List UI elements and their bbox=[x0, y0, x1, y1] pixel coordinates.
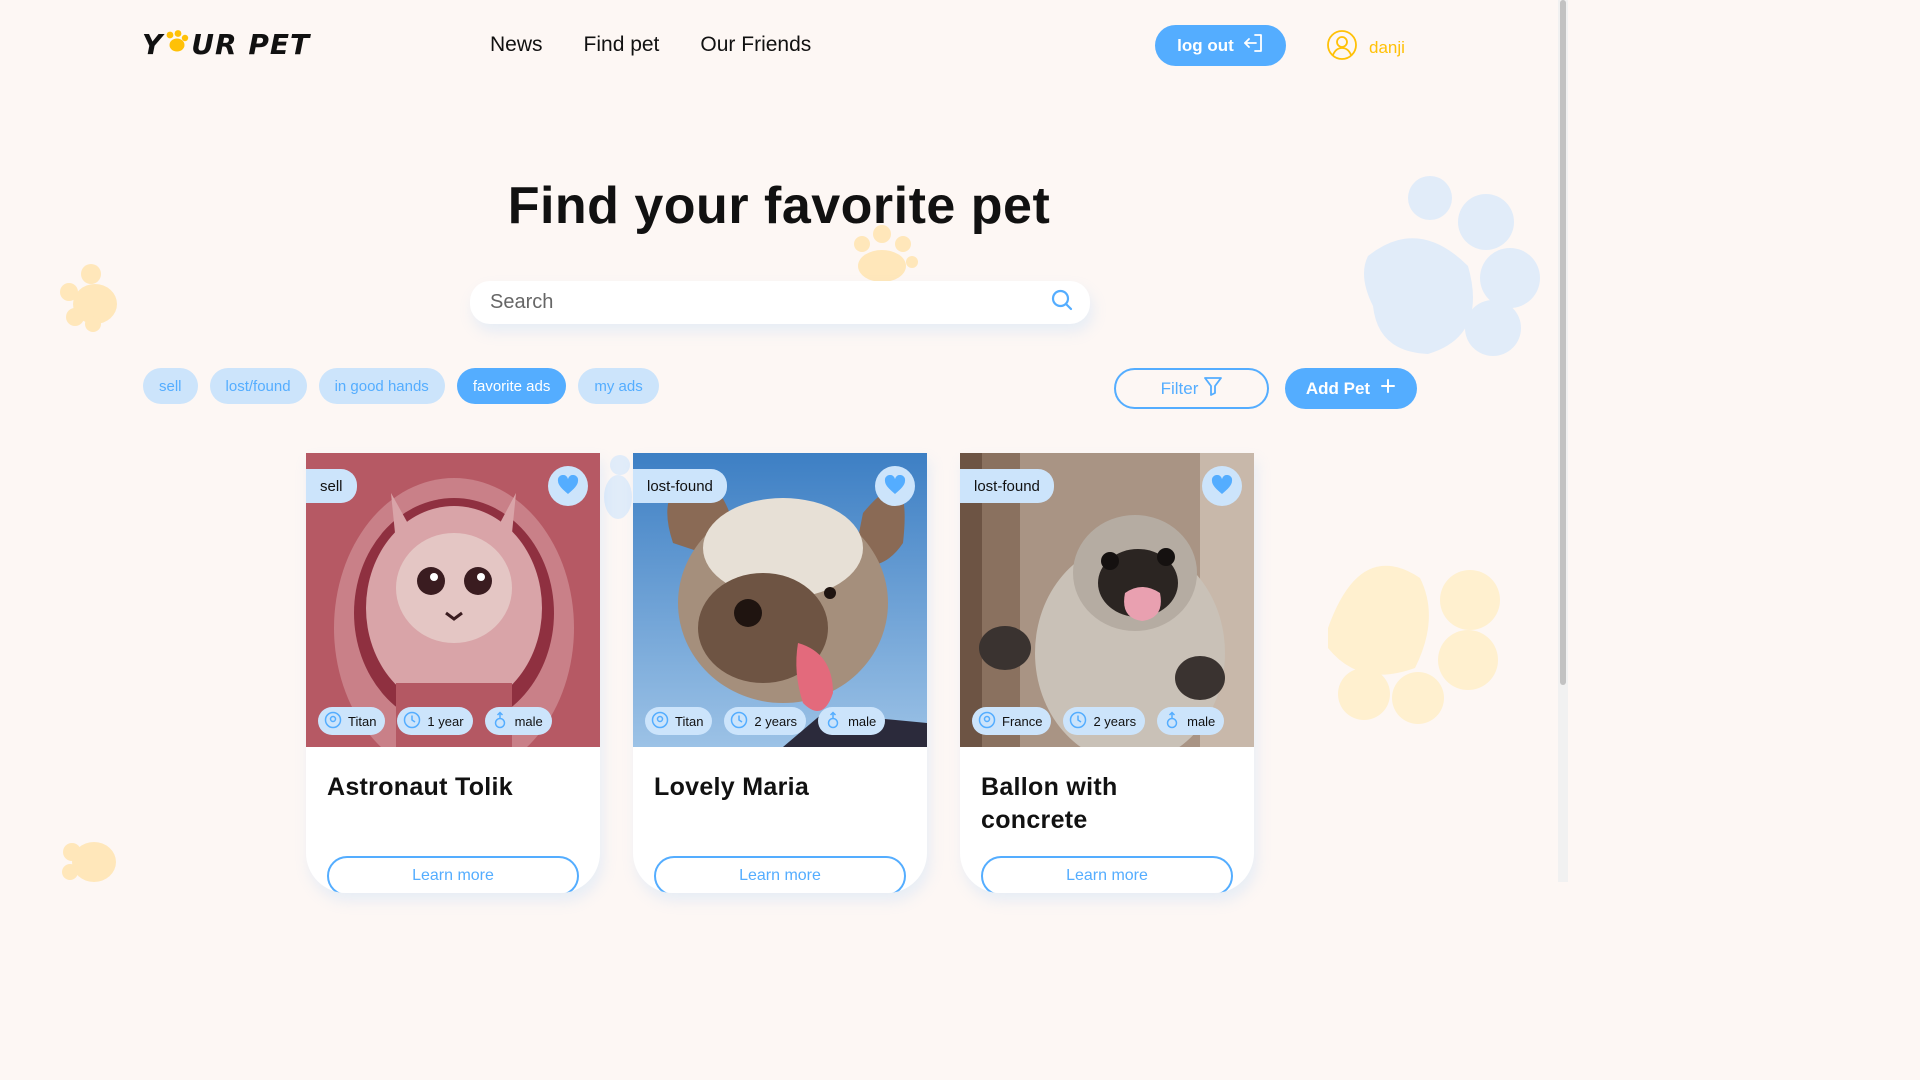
nav-our-friends[interactable]: Our Friends bbox=[700, 33, 811, 57]
clock-icon bbox=[403, 711, 421, 732]
username: danji bbox=[1369, 37, 1405, 57]
location-icon bbox=[324, 711, 342, 732]
pet-photo: lost-found France 2 years male bbox=[960, 453, 1254, 747]
logout-icon bbox=[1242, 33, 1264, 58]
sex-pill: male bbox=[1157, 707, 1225, 735]
user-circle-icon bbox=[1326, 29, 1358, 66]
male-icon bbox=[1163, 710, 1181, 732]
user-profile-link[interactable]: danji bbox=[1326, 29, 1405, 66]
paw-decoration-yellow-left bbox=[55, 262, 125, 334]
heart-icon bbox=[557, 474, 579, 498]
location-text: Titan bbox=[348, 713, 377, 729]
paw-decoration-yellow-bottom-left bbox=[58, 832, 124, 882]
age-pill: 1 year bbox=[397, 707, 473, 735]
sex-text: male bbox=[1187, 713, 1216, 729]
logo[interactable]: Y UR PET bbox=[142, 28, 310, 61]
chip-sell[interactable]: sell bbox=[143, 368, 198, 404]
age-pill: 2 years bbox=[724, 707, 807, 735]
learn-more-button[interactable]: Learn more bbox=[981, 856, 1233, 893]
location-icon bbox=[978, 711, 996, 732]
male-icon bbox=[824, 710, 842, 732]
logout-button[interactable]: log out bbox=[1155, 25, 1286, 66]
age-text: 2 years bbox=[1093, 713, 1137, 729]
category-badge: lost-found bbox=[960, 469, 1054, 503]
paw-logo-icon bbox=[164, 29, 190, 60]
add-pet-button[interactable]: Add Pet bbox=[1285, 368, 1417, 409]
pet-name: Ballon with concrete bbox=[981, 773, 1118, 834]
filter-icon bbox=[1204, 376, 1223, 401]
search-icon[interactable] bbox=[1050, 288, 1074, 317]
pet-photo: lost-found Titan 2 years male bbox=[633, 453, 927, 747]
pet-card: lost-found France 2 years male Ballon wi… bbox=[960, 453, 1254, 893]
pet-meta: France 2 years male bbox=[972, 707, 1225, 735]
filter-label: Filter bbox=[1160, 378, 1199, 398]
page-title: Find your favorite pet bbox=[507, 177, 1051, 235]
chip-lost-found[interactable]: lost/found bbox=[209, 368, 307, 404]
pet-photo: sell Titan 1 year male bbox=[306, 453, 600, 747]
clock-icon bbox=[730, 711, 748, 732]
pet-card: lost-found Titan 2 years male Lovely Mar… bbox=[633, 453, 927, 893]
nav-news[interactable]: News bbox=[490, 33, 543, 57]
page-scrollbar[interactable] bbox=[1558, 0, 1568, 882]
location-text: Titan bbox=[675, 713, 704, 729]
male-icon bbox=[491, 710, 509, 732]
logo-text-start: Y bbox=[142, 28, 164, 61]
category-badge: sell bbox=[306, 469, 357, 503]
location-icon bbox=[651, 711, 669, 732]
location-pill: France bbox=[972, 707, 1052, 735]
main-nav: News Find pet Our Friends bbox=[490, 33, 811, 57]
category-badge: lost-found bbox=[633, 469, 727, 503]
favorite-button[interactable] bbox=[875, 466, 915, 506]
filter-button[interactable]: Filter bbox=[1114, 368, 1269, 409]
paw-decoration-blue-small bbox=[602, 455, 634, 521]
plus-icon bbox=[1380, 378, 1396, 399]
heart-icon bbox=[884, 474, 906, 498]
location-pill: Titan bbox=[318, 707, 386, 735]
search-input[interactable] bbox=[490, 291, 1050, 314]
age-pill: 2 years bbox=[1063, 707, 1146, 735]
category-chips: sell lost/found in good hands favorite a… bbox=[143, 368, 659, 404]
location-pill: Titan bbox=[645, 707, 713, 735]
logo-text-end: UR PET bbox=[191, 28, 311, 61]
pet-meta: Titan 2 years male bbox=[645, 707, 886, 735]
chip-favorite-ads[interactable]: favorite ads bbox=[456, 368, 567, 404]
age-text: 2 years bbox=[754, 713, 798, 729]
learn-more-button[interactable]: Learn more bbox=[327, 856, 579, 893]
logout-label: log out bbox=[1177, 35, 1234, 55]
age-text: 1 year bbox=[427, 713, 464, 729]
favorite-button[interactable] bbox=[548, 466, 588, 506]
pet-meta: Titan 1 year male bbox=[318, 707, 552, 735]
paw-decoration-yellow-bottom-right bbox=[1320, 548, 1502, 728]
sex-pill: male bbox=[484, 707, 552, 735]
nav-find-pet[interactable]: Find pet bbox=[584, 33, 660, 57]
learn-more-button[interactable]: Learn more bbox=[654, 856, 906, 893]
favorite-button[interactable] bbox=[1202, 466, 1242, 506]
clock-icon bbox=[1069, 711, 1087, 732]
location-text: France bbox=[1002, 713, 1043, 729]
scrollbar-thumb[interactable] bbox=[1560, 0, 1566, 685]
chip-in-good-hands[interactable]: in good hands bbox=[318, 368, 445, 404]
chip-my-ads[interactable]: my ads bbox=[578, 368, 659, 404]
heart-icon bbox=[1211, 474, 1233, 498]
sex-pill: male bbox=[818, 707, 886, 735]
pet-card: sell Titan 1 year male Astronaut Tolik L… bbox=[306, 453, 600, 893]
pet-name: Astronaut Tolik bbox=[327, 773, 513, 801]
sex-text: male bbox=[848, 713, 877, 729]
add-pet-label: Add Pet bbox=[1305, 378, 1371, 398]
sex-text: male bbox=[514, 713, 543, 729]
search-bar bbox=[470, 281, 1090, 324]
pet-name: Lovely Maria bbox=[654, 773, 810, 801]
